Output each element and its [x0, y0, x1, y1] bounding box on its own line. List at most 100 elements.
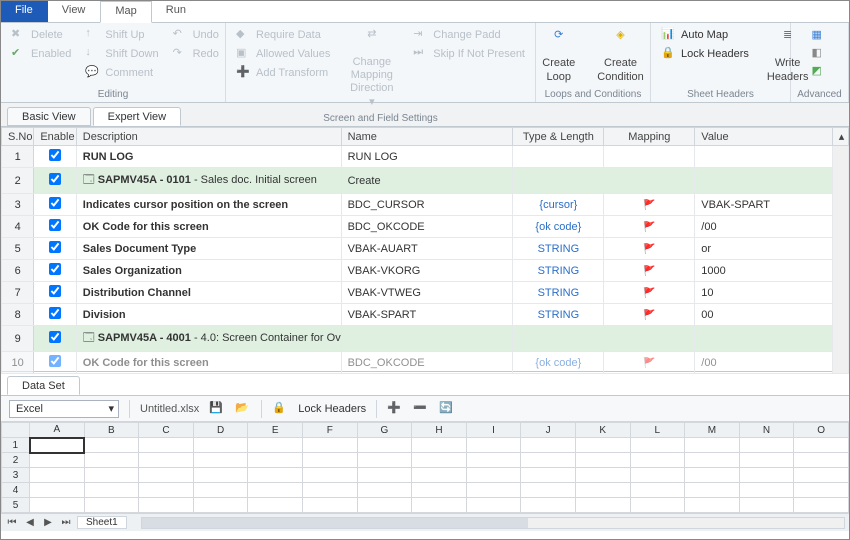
sheet-cell[interactable]	[248, 468, 303, 483]
sheet-cell[interactable]	[739, 483, 794, 498]
sheet-cell[interactable]	[412, 468, 467, 483]
enable-checkbox[interactable]	[49, 285, 61, 297]
sheet-cell[interactable]	[575, 483, 630, 498]
sheet-cell[interactable]	[685, 498, 740, 513]
sheet-cell[interactable]	[412, 453, 467, 468]
sheet-cell[interactable]	[575, 498, 630, 513]
tab-view[interactable]: View	[48, 1, 101, 22]
sheet-cell[interactable]	[466, 498, 521, 513]
sheet-cell[interactable]	[248, 483, 303, 498]
grid-vscrollbar[interactable]	[832, 146, 848, 374]
sheet-row-header[interactable]: 2	[2, 453, 30, 468]
open-folder-icon[interactable]: 📂	[235, 401, 251, 417]
sheet-cell[interactable]	[302, 453, 357, 468]
sheet-cell[interactable]	[630, 483, 685, 498]
mapping-flag-icon[interactable]: 🚩	[643, 222, 655, 233]
sheet-col-header[interactable]: M	[685, 423, 740, 438]
sheet-cell[interactable]	[248, 438, 303, 453]
enable-checkbox[interactable]	[49, 355, 61, 367]
sheet-cell[interactable]	[412, 498, 467, 513]
sheet-cell[interactable]	[139, 468, 194, 483]
lock-headers-button[interactable]: 🔒Lock Headers	[657, 45, 753, 63]
sheet-nav-prev[interactable]: ◀	[23, 517, 37, 528]
adv-icon-3[interactable]: ◩	[812, 64, 828, 80]
enable-checkbox[interactable]	[49, 173, 61, 185]
sheet-cell[interactable]	[84, 498, 139, 513]
sheet-cell[interactable]	[575, 438, 630, 453]
sheet-cell[interactable]	[794, 468, 849, 483]
sheet-name-tab[interactable]: Sheet1	[77, 516, 127, 529]
sheet-cell[interactable]	[575, 468, 630, 483]
tab-file[interactable]: File	[1, 1, 48, 22]
grid-scroll-up[interactable]: ▴	[832, 128, 848, 146]
lock-headers-label[interactable]: Lock Headers	[298, 403, 366, 415]
sheet-cell[interactable]	[739, 438, 794, 453]
mapping-flag-icon[interactable]: 🚩	[643, 244, 655, 255]
tab-data-set[interactable]: Data Set	[7, 376, 80, 395]
mapping-flag-icon[interactable]: 🚩	[643, 358, 655, 369]
mapping-flag-icon[interactable]: 🚩	[643, 310, 655, 321]
skip-if-not-present-button[interactable]: ⏭Skip If Not Present	[409, 45, 529, 63]
sheet-cell[interactable]	[193, 453, 248, 468]
sheet-col-header[interactable]: C	[139, 423, 194, 438]
sheet-cell[interactable]	[739, 468, 794, 483]
sheet-col-header[interactable]: A	[30, 423, 85, 438]
lock-headers-icon[interactable]: 🔒	[272, 401, 288, 417]
enable-checkbox[interactable]	[49, 263, 61, 275]
sheet-col-header[interactable]: K	[575, 423, 630, 438]
table-row[interactable]: 1RUN LOGRUN LOG	[2, 146, 849, 168]
sheet-cell[interactable]	[685, 468, 740, 483]
sheet-col-header[interactable]: I	[466, 423, 521, 438]
sheet-cell[interactable]	[412, 483, 467, 498]
enabled-button[interactable]: ✔Enabled	[7, 45, 75, 63]
add-row-icon[interactable]: ➕	[387, 401, 403, 417]
sheet-col-header[interactable]: L	[630, 423, 685, 438]
require-data-button[interactable]: ◆Require Data	[232, 26, 334, 44]
enable-checkbox[interactable]	[49, 197, 61, 209]
col-mapping[interactable]: Mapping	[604, 128, 695, 146]
sheet-cell[interactable]	[248, 498, 303, 513]
sheet-cell[interactable]	[685, 453, 740, 468]
shift-up-button[interactable]: ↑Shift Up	[81, 26, 162, 44]
sheet-cell[interactable]	[84, 453, 139, 468]
table-row[interactable]: 5Sales Document TypeVBAK-AUARTSTRING🚩or	[2, 238, 849, 260]
sheet-cell[interactable]	[302, 483, 357, 498]
sheet-nav-next[interactable]: ▶	[41, 517, 55, 528]
table-row[interactable]: 7Distribution ChannelVBAK-VTWEGSTRING🚩10	[2, 282, 849, 304]
mapping-flag-icon[interactable]: 🚩	[643, 200, 655, 211]
sheet-cell[interactable]	[84, 438, 139, 453]
sheet-col-header[interactable]: O	[794, 423, 849, 438]
sheet-corner[interactable]	[2, 423, 30, 438]
delete-button[interactable]: ✖Delete	[7, 26, 75, 44]
sheet-cell[interactable]	[630, 438, 685, 453]
refresh-icon[interactable]: 🔄	[439, 401, 455, 417]
allowed-values-button[interactable]: ▣Allowed Values	[232, 45, 334, 63]
tab-run[interactable]: Run	[152, 1, 201, 22]
sheet-cell[interactable]	[685, 438, 740, 453]
sheet-cell[interactable]	[521, 498, 576, 513]
delete-row-icon[interactable]: ➖	[413, 401, 429, 417]
table-row[interactable]: 2🗔 SAPMV45A - 0101 - Sales doc. Initial …	[2, 168, 849, 194]
sheet-cell[interactable]	[248, 453, 303, 468]
shift-down-button[interactable]: ↓Shift Down	[81, 45, 162, 63]
sheet-cell[interactable]	[139, 453, 194, 468]
sheet-cell[interactable]	[139, 498, 194, 513]
sheet-cell[interactable]	[521, 438, 576, 453]
sheet-cell[interactable]	[630, 498, 685, 513]
sheet-cell[interactable]	[412, 438, 467, 453]
sheet-cell[interactable]	[357, 468, 412, 483]
add-transform-button[interactable]: ➕Add Transform	[232, 64, 334, 82]
sheet-nav-last[interactable]: ⏭	[59, 517, 73, 528]
table-row[interactable]: 3Indicates cursor position on the screen…	[2, 194, 849, 216]
comment-button[interactable]: 💬Comment	[81, 64, 162, 82]
sheet-cell[interactable]	[357, 498, 412, 513]
sheet-cell[interactable]	[193, 468, 248, 483]
sheet-row-header[interactable]: 1	[2, 438, 30, 453]
table-row[interactable]: 4OK Code for this screenBDC_OKCODE{ok co…	[2, 216, 849, 238]
sheet-cell[interactable]	[794, 498, 849, 513]
col-description[interactable]: Description	[76, 128, 341, 146]
sheet-col-header[interactable]: E	[248, 423, 303, 438]
sheet-cell[interactable]	[84, 483, 139, 498]
adv-icon-1[interactable]: ▦	[812, 28, 828, 44]
sheet-cell[interactable]	[630, 468, 685, 483]
